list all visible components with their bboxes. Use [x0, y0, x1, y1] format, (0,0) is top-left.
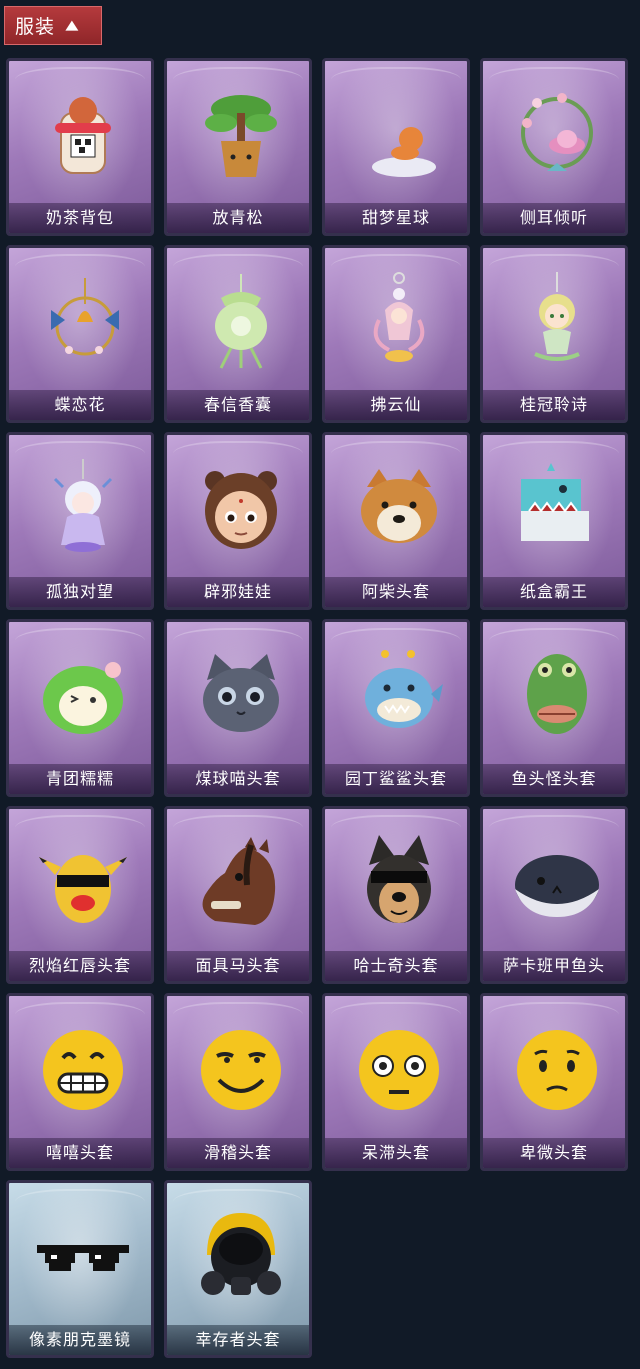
- costume-category-tab[interactable]: 服装 ▲: [4, 6, 102, 45]
- costume-name: 放青松: [167, 203, 309, 233]
- costume-grid: 奶茶背包 放青松 甜梦星球 侧耳倾听 蝶恋花 春信香囊 拂云仙 桂冠聆诗 孤独对…: [6, 58, 630, 1358]
- costume-card[interactable]: 烈焰红唇头套: [6, 806, 154, 984]
- pixel-sunglasses-icon: [37, 1245, 129, 1271]
- costume-name: 甜梦星球: [325, 203, 467, 233]
- yellow-mask-icon: [39, 855, 127, 923]
- costume-card[interactable]: 嘻嘻头套: [6, 993, 154, 1171]
- costume-name: 奶茶背包: [9, 203, 151, 233]
- category-title: 服装: [15, 16, 56, 38]
- costume-name: 面具马头套: [167, 951, 309, 981]
- crystal-doll-icon: [53, 459, 113, 552]
- costume-card[interactable]: 春信香囊: [164, 245, 312, 423]
- costume-card[interactable]: 阿柴头套: [322, 432, 470, 610]
- costume-card[interactable]: 呆滞头套: [322, 993, 470, 1171]
- butterfly-bell-icon: [51, 278, 119, 356]
- costume-name: 桂冠聆诗: [483, 390, 625, 420]
- smirk-emoji-icon: [201, 1030, 281, 1110]
- costume-card[interactable]: 奶茶背包: [6, 58, 154, 236]
- costume-card[interactable]: 纸盒霸王: [480, 432, 628, 610]
- costume-card[interactable]: 鱼头怪头套: [480, 619, 628, 797]
- costume-card[interactable]: 放青松: [164, 58, 312, 236]
- stare-emoji-icon: [359, 1030, 439, 1110]
- costume-card[interactable]: 萨卡班甲鱼头: [480, 806, 628, 984]
- costume-card[interactable]: 哈士奇头套: [322, 806, 470, 984]
- cat-head-icon: [203, 654, 279, 732]
- costume-name: 园丁鲨鲨头套: [325, 764, 467, 794]
- costume-name: 哈士奇头套: [325, 951, 467, 981]
- costume-name: 滑稽头套: [167, 1138, 309, 1168]
- gas-mask-icon: [201, 1213, 281, 1295]
- horse-head-icon: [202, 837, 276, 925]
- costume-card[interactable]: 侧耳倾听: [480, 58, 628, 236]
- fairy-charm-icon: [373, 272, 425, 362]
- costume-card[interactable]: 卑微头套: [480, 993, 628, 1171]
- shark-head-icon: [365, 650, 443, 728]
- timid-emoji-icon: [517, 1030, 597, 1110]
- costume-card[interactable]: 幸存者头套: [164, 1180, 312, 1358]
- costume-card[interactable]: 面具马头套: [164, 806, 312, 984]
- costume-card[interactable]: 桂冠聆诗: [480, 245, 628, 423]
- laurel-doll-icon: [534, 272, 580, 361]
- milk-tea-backpack-icon: [55, 97, 111, 174]
- doll-head-icon: [205, 471, 277, 549]
- costume-name: 烈焰红唇头套: [9, 951, 151, 981]
- moon-fox-icon: [366, 93, 439, 177]
- costume-card[interactable]: 辟邪娃娃: [164, 432, 312, 610]
- costume-name: 萨卡班甲鱼头: [483, 951, 625, 981]
- costume-card[interactable]: 滑稽头套: [164, 993, 312, 1171]
- box-dinosaur-icon: [521, 463, 589, 541]
- costume-card[interactable]: 煤球喵头套: [164, 619, 312, 797]
- costume-name: 拂云仙: [325, 390, 467, 420]
- costume-card[interactable]: 孤独对望: [6, 432, 154, 610]
- husky-head-icon: [367, 835, 431, 923]
- potted-pine-icon: [205, 95, 277, 177]
- costume-name: 辟邪娃娃: [167, 577, 309, 607]
- chevron-up-icon[interactable]: ▲: [65, 18, 79, 33]
- costume-name: 像素朋克墨镜: [9, 1325, 151, 1355]
- costume-name: 煤球喵头套: [167, 764, 309, 794]
- costume-name: 鱼头怪头套: [483, 764, 625, 794]
- costume-name: 侧耳倾听: [483, 203, 625, 233]
- fish-head-icon: [527, 654, 587, 734]
- costume-name: 呆滞头套: [325, 1138, 467, 1168]
- grin-emoji-icon: [43, 1030, 123, 1110]
- green-dumpling-icon: [43, 662, 123, 734]
- shiba-head-icon: [361, 469, 437, 543]
- costume-name: 春信香囊: [167, 390, 309, 420]
- costume-name: 纸盒霸王: [483, 577, 625, 607]
- sachet-icon: [215, 274, 267, 369]
- costume-card[interactable]: 青团糯糯: [6, 619, 154, 797]
- costume-name: 阿柴头套: [325, 577, 467, 607]
- whale-head-icon: [515, 855, 599, 917]
- costume-card[interactable]: 甜梦星球: [322, 58, 470, 236]
- costume-card[interactable]: 像素朋克墨镜: [6, 1180, 154, 1358]
- lotus-wreath-icon: [521, 93, 593, 171]
- costume-card[interactable]: 园丁鲨鲨头套: [322, 619, 470, 797]
- costume-name: 蝶恋花: [9, 390, 151, 420]
- costume-name: 嘻嘻头套: [9, 1138, 151, 1168]
- costume-name: 卑微头套: [483, 1138, 625, 1168]
- costume-card[interactable]: 拂云仙: [322, 245, 470, 423]
- costume-name: 孤独对望: [9, 577, 151, 607]
- costume-name: 青团糯糯: [9, 764, 151, 794]
- costume-card[interactable]: 蝶恋花: [6, 245, 154, 423]
- costume-name: 幸存者头套: [167, 1325, 309, 1355]
